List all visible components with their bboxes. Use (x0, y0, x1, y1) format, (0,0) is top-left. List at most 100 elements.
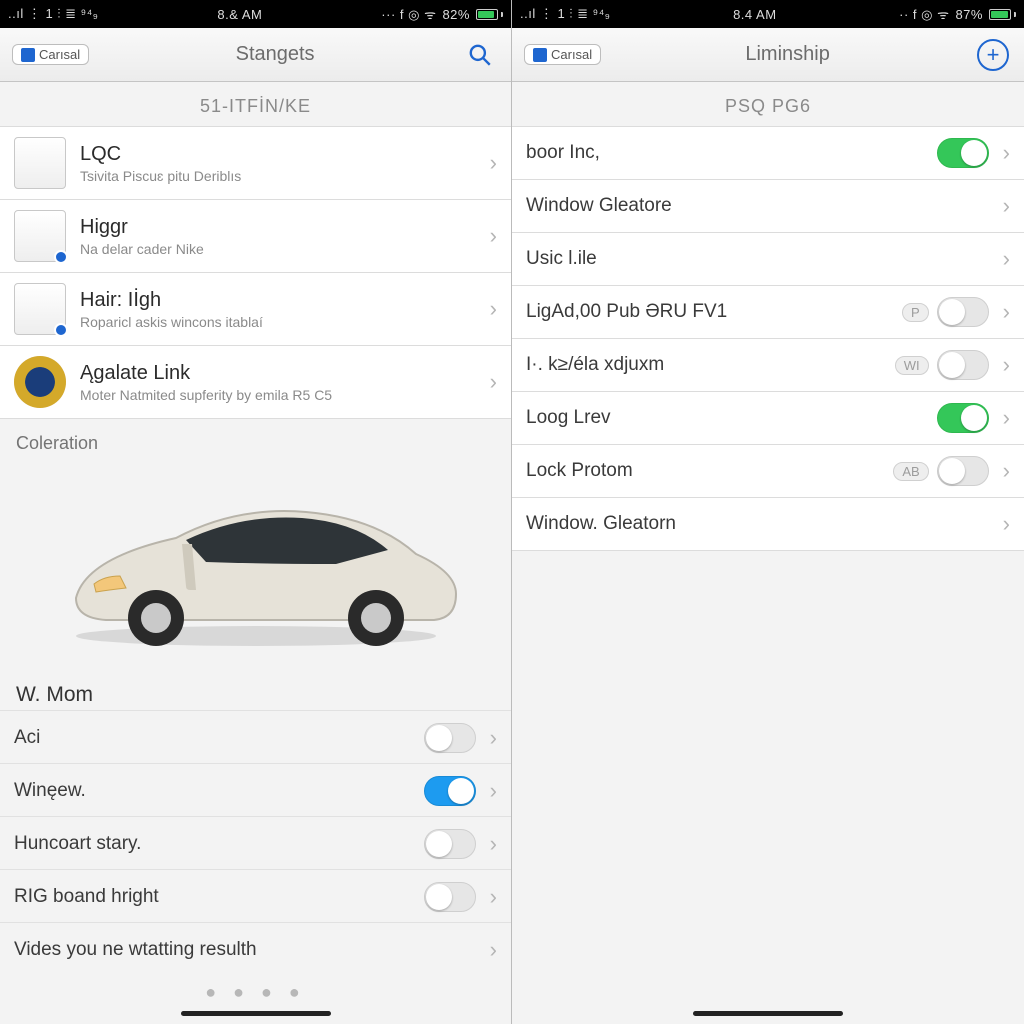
chevron-right-icon: › (997, 299, 1010, 325)
setting-label: I·. k≥/éla xdjuxm (526, 354, 895, 376)
vehicle-image (0, 460, 511, 665)
search-button[interactable] (461, 36, 499, 74)
battery-icon (989, 9, 1016, 20)
battery-pct: 87% (955, 7, 983, 22)
chevron-right-icon: › (484, 150, 497, 176)
setting-label: Huncoart stary. (14, 833, 424, 855)
chevron-right-icon: › (484, 937, 497, 963)
toggle[interactable] (937, 456, 989, 486)
toggle[interactable] (424, 723, 476, 753)
chevron-right-icon: › (484, 725, 497, 751)
battery-icon (476, 9, 503, 20)
chevron-right-icon: › (997, 246, 1010, 272)
setting-row[interactable]: Huncoart stary. › (0, 816, 511, 870)
toggle[interactable] (424, 829, 476, 859)
item-subtitle: Na delar cader Nike (80, 241, 470, 257)
item-title: Hair: Iİgh (80, 289, 470, 312)
plus-icon: + (977, 39, 1009, 71)
add-button[interactable]: + (974, 36, 1012, 74)
setting-row[interactable]: LigAd,00 Pub ƏRU FV1 P › (512, 285, 1024, 339)
nav-header: Carısal Stangets (0, 28, 511, 82)
setting-row[interactable]: Window. Gleatorn › (512, 497, 1024, 551)
value-pill: P (902, 303, 929, 322)
chevron-right-icon: › (484, 369, 497, 395)
toggle[interactable] (424, 882, 476, 912)
toggle[interactable] (937, 350, 989, 380)
setting-row[interactable]: boor Inc, › (512, 126, 1024, 180)
setting-label: Window. Gleatorn (526, 513, 997, 535)
brand-badge[interactable]: Carısal (524, 44, 601, 65)
setting-row[interactable]: Winęew. › (0, 763, 511, 817)
signal-icon: ..ıl ⋮ 1 ⫶ ≣ ⁹⁴₉ (8, 6, 98, 22)
toggle[interactable] (424, 776, 476, 806)
setting-label: Aci (14, 727, 424, 749)
status-bar: ..ıl ⋮ 1 ⫶ ≣ ⁹⁴₉ 8.4 AM ·· f ◎ ᯤ 87% (512, 0, 1024, 28)
setting-label: Winęew. (14, 780, 424, 802)
car-icon (36, 468, 476, 658)
page-title: Stangets (89, 43, 461, 66)
chevron-right-icon: › (484, 296, 497, 322)
setting-label: LigAd,00 Pub ƏRU FV1 (526, 301, 902, 323)
section-subhead: PSQ PG6 (512, 82, 1024, 127)
setting-row[interactable]: Usic l.ile › (512, 232, 1024, 286)
chevron-right-icon: › (997, 352, 1010, 378)
chevron-right-icon: › (484, 884, 497, 910)
setting-row[interactable]: Loog Lrev › (512, 391, 1024, 445)
thumb-icon (14, 210, 66, 262)
toggle[interactable] (937, 297, 989, 327)
left-screen: ..ıl ⋮ 1 ⫶ ≣ ⁹⁴₉ 8.& AM ··· f ◎ ᯤ 82% Ca… (0, 0, 512, 1024)
signal-icon: ..ıl ⋮ 1 ⫶ ≣ ⁹⁴₉ (520, 6, 610, 22)
toggle[interactable] (937, 138, 989, 168)
home-indicator[interactable] (693, 1011, 843, 1016)
list-item[interactable]: LQC Tsivita Piscuɛ pitu Deriblıs › (0, 126, 511, 200)
setting-row[interactable]: Lock Protom AB› (512, 444, 1024, 498)
right-screen: ..ıl ⋮ 1 ⫶ ≣ ⁹⁴₉ 8.4 AM ·· f ◎ ᯤ 87% Car… (512, 0, 1024, 1024)
item-title: LQC (80, 143, 470, 166)
list-item[interactable]: Ągalate Link Moter Natmited supferity by… (0, 345, 511, 419)
status-right-icons: ··· f ◎ ᯤ (381, 5, 436, 23)
chevron-right-icon: › (997, 511, 1010, 537)
setting-row[interactable]: Window Gleatore › (512, 179, 1024, 233)
item-subtitle: Tsivita Piscuɛ pitu Deriblıs (80, 168, 470, 184)
setting-row[interactable]: RIG boand hright › (0, 869, 511, 923)
section-subhead: 51-ITFİN/KE (0, 82, 511, 127)
brand-logo-icon (533, 48, 547, 62)
thumb-icon (14, 137, 66, 189)
setting-label: Vides you ne wtatting resulth (14, 939, 484, 961)
battery-pct: 82% (442, 7, 470, 22)
setting-label: Lock Protom (526, 460, 893, 482)
section-head: W. Mom (0, 673, 511, 711)
setting-row[interactable]: Aci › (0, 710, 511, 764)
setting-label: boor Inc, (526, 142, 937, 164)
setting-label: Loog Lrev (526, 407, 937, 429)
brand-logo-icon (21, 48, 35, 62)
item-subtitle: Moter Natmited supferity by emila R5 C5 (80, 387, 470, 403)
brand-label: Carısal (39, 47, 80, 62)
brand-badge[interactable]: Carısal (12, 44, 89, 65)
setting-label: Window Gleatore (526, 195, 997, 217)
setting-row[interactable]: Vides you ne wtatting resulth › (0, 922, 511, 976)
nav-header: Carısal Liminship + (512, 28, 1024, 82)
toggle[interactable] (937, 403, 989, 433)
status-right-icons: ·· f ◎ ᯤ (899, 5, 949, 23)
page-indicator[interactable]: ● ● ● ● (0, 976, 511, 1005)
page-title: Liminship (601, 43, 974, 66)
item-subtitle: Roparicl askis wincons itablaí (80, 314, 470, 330)
section-label: Coleration (0, 419, 511, 460)
chevron-right-icon: › (997, 193, 1010, 219)
home-indicator[interactable] (181, 1011, 331, 1016)
chevron-right-icon: › (484, 778, 497, 804)
list-item[interactable]: Hair: Iİgh Roparicl askis wincons itabla… (0, 272, 511, 346)
chevron-right-icon: › (997, 405, 1010, 431)
seal-icon (14, 356, 66, 408)
feature-list: LQC Tsivita Piscuɛ pitu Deriblıs › Higgr… (0, 127, 511, 419)
chevron-right-icon: › (484, 831, 497, 857)
search-icon (467, 42, 493, 68)
setting-row[interactable]: I·. k≥/éla xdjuxm WI› (512, 338, 1024, 392)
brand-label: Carısal (551, 47, 592, 62)
chevron-right-icon: › (997, 458, 1010, 484)
list-item[interactable]: Higgr Na delar cader Nike › (0, 199, 511, 273)
settings-list: boor Inc, › Window Gleatore › Usic l.ile… (512, 127, 1024, 551)
thumb-icon (14, 283, 66, 335)
status-time: 8.4 AM (733, 7, 776, 22)
